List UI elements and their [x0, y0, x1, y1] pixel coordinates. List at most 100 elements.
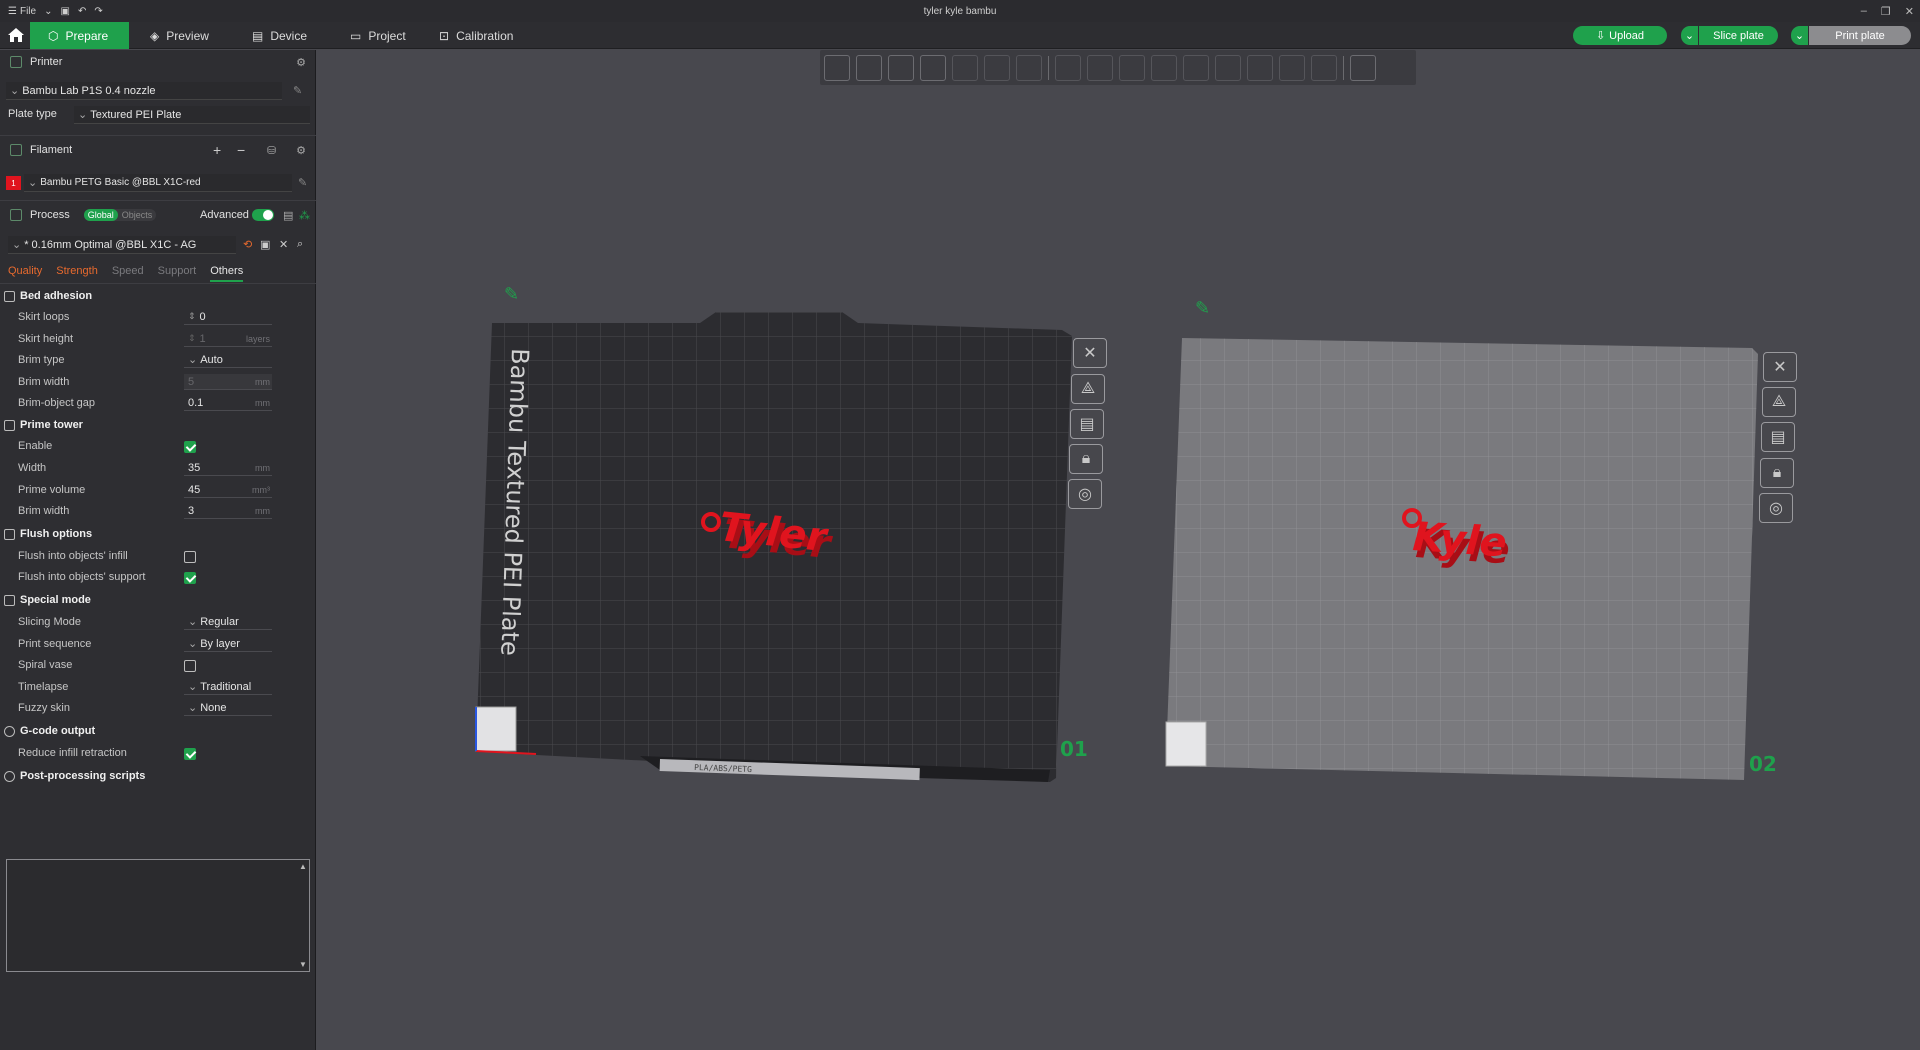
print-plate-button[interactable]: Print plate [1809, 26, 1911, 45]
brim-width-input[interactable]: 5 mm [184, 374, 272, 390]
close-icon[interactable]: ✕ [279, 238, 288, 251]
edit-plate-name-icon[interactable]: ✎ [504, 284, 519, 305]
chevron-down-icon[interactable]: ⌄ [44, 6, 52, 17]
lay-on-face-icon[interactable] [1151, 54, 1177, 81]
prime-volume-input[interactable]: 45 mm³ [184, 482, 272, 498]
move-icon[interactable] [1055, 54, 1081, 81]
print-options-dropdown[interactable]: ⌄ [1791, 26, 1808, 45]
scale-icon[interactable] [1119, 54, 1145, 81]
edit-icon[interactable]: ✎ [298, 176, 307, 189]
width-input[interactable]: 35 mm [184, 460, 272, 476]
slice-plate-button[interactable]: Slice plate [1699, 26, 1778, 45]
orient-plate-icon[interactable]: ⟁ [1071, 374, 1105, 404]
plate-02[interactable]: Kyle Kyle [1165, 338, 1758, 780]
lock-plate-icon[interactable]: 🔒︎ [1760, 458, 1794, 488]
brim-type-select[interactable]: ⌄ Auto [184, 352, 272, 368]
tab-prepare[interactable]: ⬡ Prepare [30, 22, 129, 49]
delete-plate-icon[interactable]: ✕ [1073, 338, 1107, 368]
tab-device[interactable]: ▤ Device [234, 22, 325, 49]
compare-icon[interactable]: ▤ [283, 209, 293, 222]
color-paint-icon[interactable] [1279, 54, 1305, 81]
spiral-vase-checkbox[interactable] [184, 660, 196, 672]
reset-icon[interactable]: ⟲ [243, 238, 252, 251]
assembly-view-icon[interactable] [1350, 54, 1376, 81]
printer-select[interactable]: ⌄ Bambu Lab P1S 0.4 nozzle [6, 82, 282, 100]
flush-support-checkbox[interactable] [184, 572, 196, 584]
tab-others[interactable]: Others [210, 265, 244, 282]
gear-icon[interactable]: ⚙ [296, 56, 306, 69]
brim-object-gap-input[interactable]: 0.1 mm [184, 395, 272, 411]
tab-project[interactable]: ▭ Project [332, 22, 424, 49]
file-menu[interactable]: ☰ File [8, 6, 36, 17]
flush-infill-checkbox[interactable] [184, 551, 196, 563]
fuzzy-skin-select[interactable]: ⌄ None [184, 700, 272, 716]
enable-checkbox[interactable] [184, 441, 196, 453]
slice-options-dropdown[interactable]: ⌄ [1681, 26, 1698, 45]
edit-plate-name-icon[interactable]: ✎ [1195, 298, 1210, 319]
redo-icon[interactable]: ↷ [94, 6, 102, 17]
orient-plate-icon[interactable]: ⟁ [1762, 387, 1796, 417]
seam-paint-icon[interactable] [1247, 54, 1273, 81]
filament-sync-icon[interactable]: ⛁ [267, 144, 276, 157]
save-icon[interactable]: ▣ [60, 6, 69, 17]
restore-icon[interactable]: ❐ [1881, 5, 1891, 18]
save-preset-icon[interactable]: ▣ [260, 238, 270, 251]
spin-icon[interactable]: ⇕ [188, 311, 196, 322]
support-paint-icon[interactable] [1215, 54, 1241, 81]
lock-plate-icon[interactable]: 🔒︎ [1069, 444, 1103, 474]
filament-slot-badge[interactable]: 1 [6, 176, 21, 190]
viewport-3d[interactable]: PLA/ABS/PETG Bambu Textured PEI Plate Ty… [317, 86, 1920, 1050]
tab-strength[interactable]: Strength [56, 265, 98, 282]
upload-button[interactable]: ⇩ Upload [1573, 26, 1667, 45]
scrollbar[interactable]: ▲ ▼ [299, 862, 307, 969]
prime-tower-block[interactable] [475, 706, 517, 752]
search-icon[interactable]: ⌕ [297, 238, 303, 251]
plate-type-select[interactable]: ⌄ Textured PEI Plate [74, 106, 310, 124]
cut-icon[interactable] [1183, 54, 1209, 81]
slicing-mode-select[interactable]: ⌄ Regular [184, 614, 272, 630]
minimize-icon[interactable]: – [1861, 5, 1867, 17]
arrange-icon[interactable] [920, 54, 946, 81]
plate-number[interactable]: 02 [1749, 752, 1777, 776]
spin-icon[interactable]: ⇕ [188, 333, 196, 344]
tab-speed[interactable]: Speed [112, 265, 144, 282]
pt-brim-width-input[interactable]: 3 mm [184, 503, 272, 519]
tab-quality[interactable]: Quality [8, 265, 42, 282]
reduce-infill-retraction-checkbox[interactable] [184, 748, 196, 760]
plate-settings-icon[interactable]: ◎ [1759, 493, 1793, 523]
edit-icon[interactable]: ✎ [293, 84, 302, 97]
skirt-loops-input[interactable]: ⇕ 0 [184, 309, 272, 325]
layer-editing-icon[interactable] [1016, 54, 1042, 81]
advanced-toggle[interactable] [252, 209, 274, 221]
post-processing-scripts-input[interactable]: ▲ ▼ [6, 859, 310, 972]
rotate-icon[interactable] [1087, 54, 1113, 81]
gear-icon[interactable]: ⚙ [296, 144, 306, 157]
close-icon[interactable]: ✕ [1905, 5, 1914, 18]
delete-plate-icon[interactable]: ✕ [1763, 352, 1797, 382]
remove-icon[interactable]: − [237, 142, 245, 158]
text-icon[interactable] [1311, 54, 1337, 81]
timelapse-select[interactable]: ⌄ Traditional [184, 679, 272, 695]
arrange-plate-icon[interactable]: ▤ [1070, 409, 1104, 439]
plate-settings-icon[interactable]: ◎ [1068, 479, 1102, 509]
skirt-height-input[interactable]: ⇕ 1 layers [184, 331, 272, 347]
home-icon[interactable] [6, 25, 26, 45]
tab-support[interactable]: Support [158, 265, 197, 282]
global-objects-toggle[interactable]: Global Objects [83, 209, 157, 221]
add-icon[interactable]: + [213, 142, 221, 158]
object-kyle[interactable]: Kyle [1411, 514, 1508, 566]
tab-calibration[interactable]: ⊡ Calibration [421, 22, 531, 49]
filament-select[interactable]: ⌄ Bambu PETG Basic @BBL X1C-red [24, 174, 292, 192]
tree-icon[interactable]: ⁂ [299, 209, 310, 222]
split-parts-icon[interactable] [984, 54, 1010, 81]
prime-tower-block[interactable] [1165, 721, 1207, 767]
arrange-plate-icon[interactable]: ▤ [1761, 422, 1795, 452]
undo-icon[interactable]: ↶ [78, 6, 86, 17]
auto-orient-icon[interactable] [888, 54, 914, 81]
process-preset-select[interactable]: ⌄ * 0.16mm Optimal @BBL X1C - AG [8, 236, 236, 254]
add-plate-icon[interactable] [856, 54, 882, 81]
tab-preview[interactable]: ◈ Preview [132, 22, 227, 49]
plate-01[interactable]: PLA/ABS/PETG Bambu Textured PEI Plate Ty… [475, 312, 1072, 782]
split-objects-icon[interactable] [952, 54, 978, 81]
add-object-icon[interactable] [824, 54, 850, 81]
